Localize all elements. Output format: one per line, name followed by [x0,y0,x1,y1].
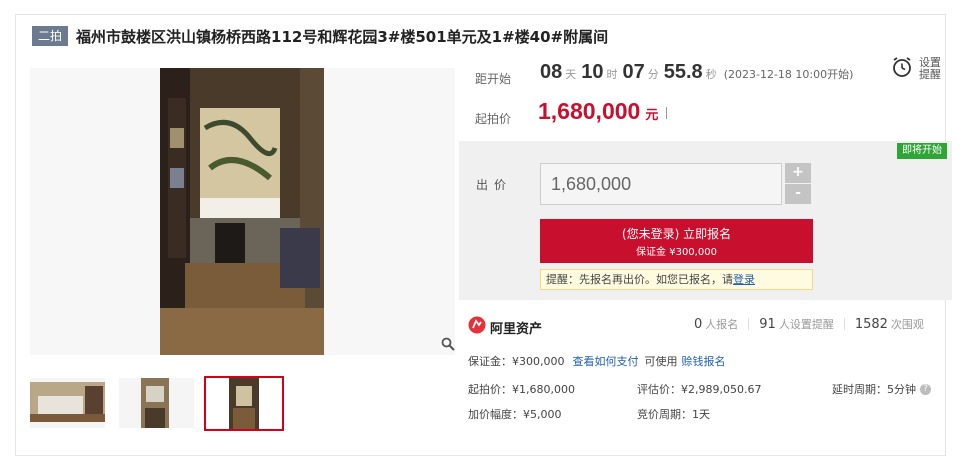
start-price: 1,680,000 元 [538,98,668,125]
set-reminder-label: 设置提醒 [919,56,941,81]
countdown-days: 08 [540,61,563,83]
countdown-minutes: 07 [622,61,645,83]
tip-text: 提醒：先报名再出价。如您已报名，请 [546,273,733,286]
can-use-text: 可使用 [644,355,678,368]
reminder-count: 91 [759,317,776,332]
main-photo [160,68,324,355]
start-price-unit: 元 [645,108,659,123]
countdown-days-unit: 天 [565,68,577,81]
countdown-label: 距开始 [475,72,512,86]
page-title: 福州市鼓楼区洪山镇杨桥西路112号和辉花园3#楼501单元及1#楼40#附属间 [76,27,609,46]
round-badge: 二拍 [32,26,69,46]
countdown-start-note: (2023-12-18 10:00开始) [723,68,854,81]
countdown-seconds: 55.8 [663,61,703,83]
set-reminder-button[interactable]: 设置提醒 [891,56,943,82]
signup-button[interactable]: (您未登录) 立即报名 保证金 ¥300,000 [540,219,813,263]
appraisal-info: 评估价：¥2,989,050.67 [637,383,762,396]
credit-signup-link[interactable]: 赊钱报名 [682,353,726,369]
thumbnail-3-selected[interactable] [204,376,284,431]
price-divider [666,107,668,119]
countdown-minutes-unit: 分 [647,68,659,81]
thumbnail-2[interactable] [119,378,194,428]
status-badge: 即将开始 [897,143,947,159]
countdown-hours: 10 [581,61,604,83]
reminder-label: 人设置提醒 [778,318,834,331]
start-price-info: 起拍价：¥1,680,000 [468,383,575,396]
delay-period-info: 延时周期：5分钟 ? [832,381,931,397]
stat-divider [748,318,750,330]
delay-period-text: 延时周期：5分钟 [832,383,916,396]
stat-divider [843,318,845,330]
decrease-bid-button[interactable]: - [785,184,811,204]
platform-name: 阿里资产 [490,321,543,337]
how-to-pay-link[interactable]: 查看如何支付 [573,353,639,369]
help-icon[interactable]: ? [920,383,931,395]
countdown-timer: 08 天 10 时 07 分 55.8 秒 (2023-12-18 10:00开… [540,61,853,84]
title-row: 二拍 福州市鼓楼区洪山镇杨桥西路112号和辉花园3#楼501单元及1#楼40#附… [32,25,608,47]
ali-assets-logo: 阿里资产 [468,316,542,338]
main-image-viewer[interactable] [30,68,455,355]
alarm-clock-icon [891,56,913,82]
bid-period-info: 竞价周期：1天 [637,408,710,421]
countdown-seconds-unit: 秒 [705,68,717,81]
increase-bid-button[interactable]: + [785,163,811,183]
deposit-text: 保证金：¥300,000 [468,355,565,368]
zoom-icon[interactable] [441,336,455,351]
registered-count: 0 [694,317,703,332]
thumbnail-1[interactable] [30,378,105,428]
start-price-value: 1,680,000 [538,98,641,124]
ali-logo-icon [468,316,486,338]
auction-stats: 0 人报名 91 人设置提醒 1582 次围观 [694,316,924,332]
signup-label: (您未登录) 立即报名 [621,227,732,241]
registered-label: 人报名 [705,318,739,331]
view-label: 次围观 [890,318,924,331]
deposit-row: 保证金：¥300,000 查看如何支付 可使用 赊钱报名 [468,353,726,369]
bid-label: 出价 [476,178,513,192]
view-count: 1582 [854,317,888,332]
signup-deposit-note: 保证金 ¥300,000 [636,247,717,258]
countdown-hours-unit: 时 [606,68,618,81]
signup-tip: 提醒：先报名再出价。如您已报名，请登录 [540,269,813,290]
login-link[interactable]: 登录 [733,273,755,286]
increment-info: 加价幅度：¥5,000 [468,408,562,421]
start-price-label: 起拍价 [475,112,512,126]
bid-amount-input[interactable]: 1,680,000 [540,163,782,205]
